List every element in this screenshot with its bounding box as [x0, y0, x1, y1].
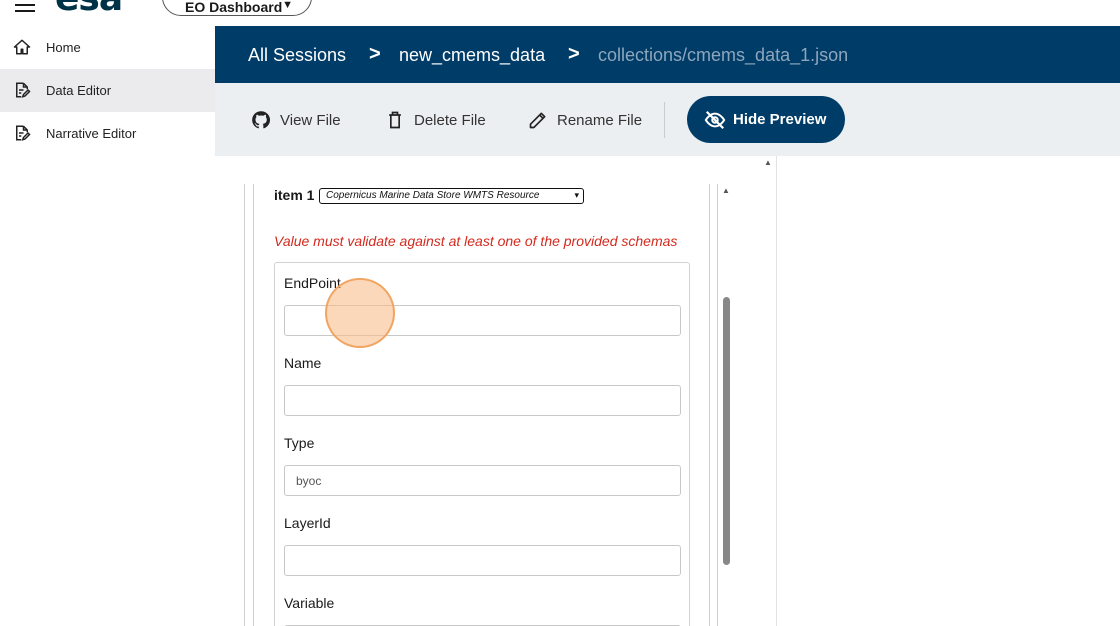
view-file-label: View File — [280, 111, 341, 129]
breadcrumb-all-sessions[interactable]: All Sessions — [248, 45, 346, 66]
edit-document-icon — [16, 125, 31, 141]
menu-icon[interactable] — [15, 0, 35, 12]
type-label: Type — [284, 435, 315, 451]
form-scrollbar-thumb[interactable] — [723, 297, 730, 565]
breadcrumb-separator: > — [568, 43, 580, 65]
item-title: item 1 — [274, 187, 315, 203]
form-nesting-line — [244, 184, 245, 626]
hide-preview-button[interactable]: Hide Preview — [687, 96, 845, 143]
sidebar-item-data-editor[interactable]: Data Editor — [0, 69, 215, 112]
rename-file-button[interactable]: Rename File — [528, 109, 642, 131]
layerid-input[interactable] — [284, 545, 681, 576]
scroll-up-arrow-icon[interactable]: ▲ — [764, 158, 772, 167]
eye-off-icon — [704, 110, 726, 130]
pencil-icon — [529, 112, 546, 129]
chevron-down-icon: ▾ — [574, 190, 579, 200]
breadcrumb: All Sessions > new_cmems_data > collecti… — [215, 26, 1120, 83]
dashboard-select-label: EO Dashboard — [185, 0, 283, 15]
delete-file-button[interactable]: Delete File — [385, 109, 486, 131]
edit-document-icon — [16, 82, 31, 98]
form-nesting-line — [253, 184, 254, 626]
variable-label: Variable — [284, 595, 335, 611]
breadcrumb-separator: > — [369, 43, 381, 65]
scroll-up-arrow-icon[interactable]: ▲ — [722, 186, 730, 195]
sidebar-item-label: Home — [46, 40, 81, 55]
sidebar-item-narrative-editor[interactable]: Narrative Editor — [0, 112, 215, 155]
json-form-editor: ▲ item 1 Copernicus Marine Data Store WM… — [215, 156, 777, 626]
sidebar-item-label: Data Editor — [46, 83, 112, 98]
chevron-down-icon: ▼ — [282, 0, 293, 11]
validation-error-message: Value must validate against at least one… — [274, 233, 678, 249]
sidebar-item-label: Narrative Editor — [46, 126, 137, 141]
name-label: Name — [284, 355, 322, 371]
form-nesting-line — [717, 184, 718, 626]
home-icon — [13, 39, 31, 55]
endpoint-input[interactable] — [284, 305, 681, 336]
top-header: esa EO Dashboard ▼ — [0, 0, 1120, 26]
rename-file-label: Rename File — [557, 111, 643, 129]
name-input[interactable] — [284, 385, 681, 416]
breadcrumb-current-file: collections/cmems_data_1.json — [598, 45, 849, 65]
breadcrumb-session[interactable]: new_cmems_data — [399, 45, 545, 66]
hide-preview-label: Hide Preview — [733, 111, 827, 128]
view-file-button[interactable]: View File — [251, 109, 341, 131]
dashboard-select[interactable]: EO Dashboard ▼ — [162, 0, 312, 16]
github-icon — [252, 111, 271, 129]
type-input[interactable] — [284, 465, 681, 496]
sidebar-item-home[interactable]: Home — [0, 26, 215, 69]
layerid-label: LayerId — [284, 515, 331, 531]
item-type-select[interactable]: Copernicus Marine Data Store WMTS Resour… — [319, 188, 584, 204]
trash-icon — [389, 111, 401, 129]
endpoint-label: EndPoint — [284, 275, 341, 291]
esa-logo[interactable]: esa — [55, 0, 123, 19]
item-type-select-value: Copernicus Marine Data Store WMTS Resour… — [326, 190, 540, 201]
toolbar-divider — [664, 102, 665, 138]
delete-file-label: Delete File — [414, 111, 486, 129]
form-nesting-line — [709, 184, 710, 626]
sidebar: Home Data Editor Narrative Editor — [0, 26, 216, 626]
file-toolbar: View File Delete File Rename File Hide P… — [215, 83, 1120, 156]
